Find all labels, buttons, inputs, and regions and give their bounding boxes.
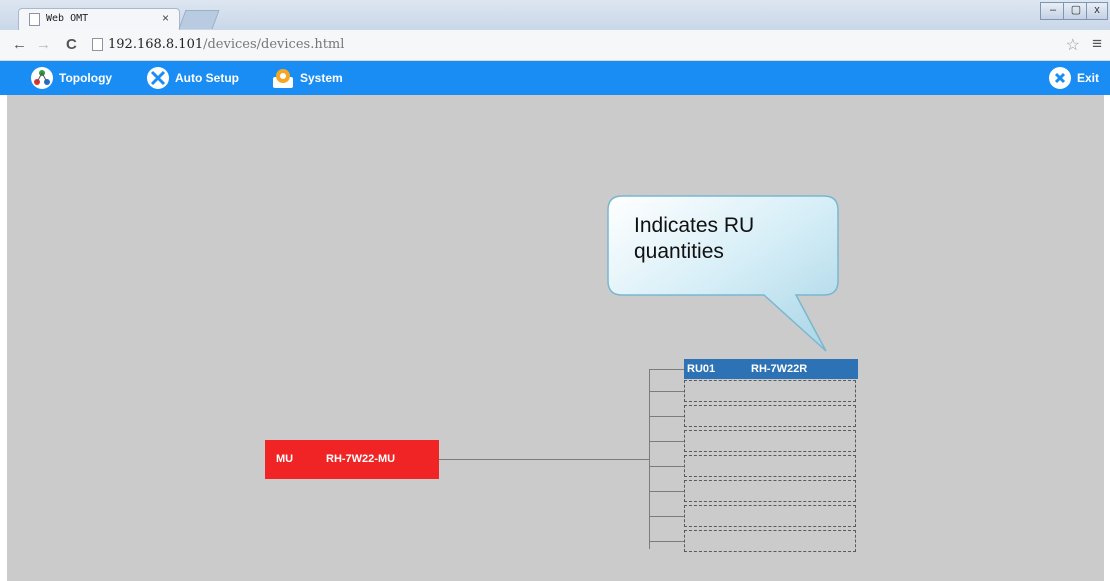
callout-text: Indicates RU quantities [634,214,755,263]
callout-bubble [607,195,839,352]
